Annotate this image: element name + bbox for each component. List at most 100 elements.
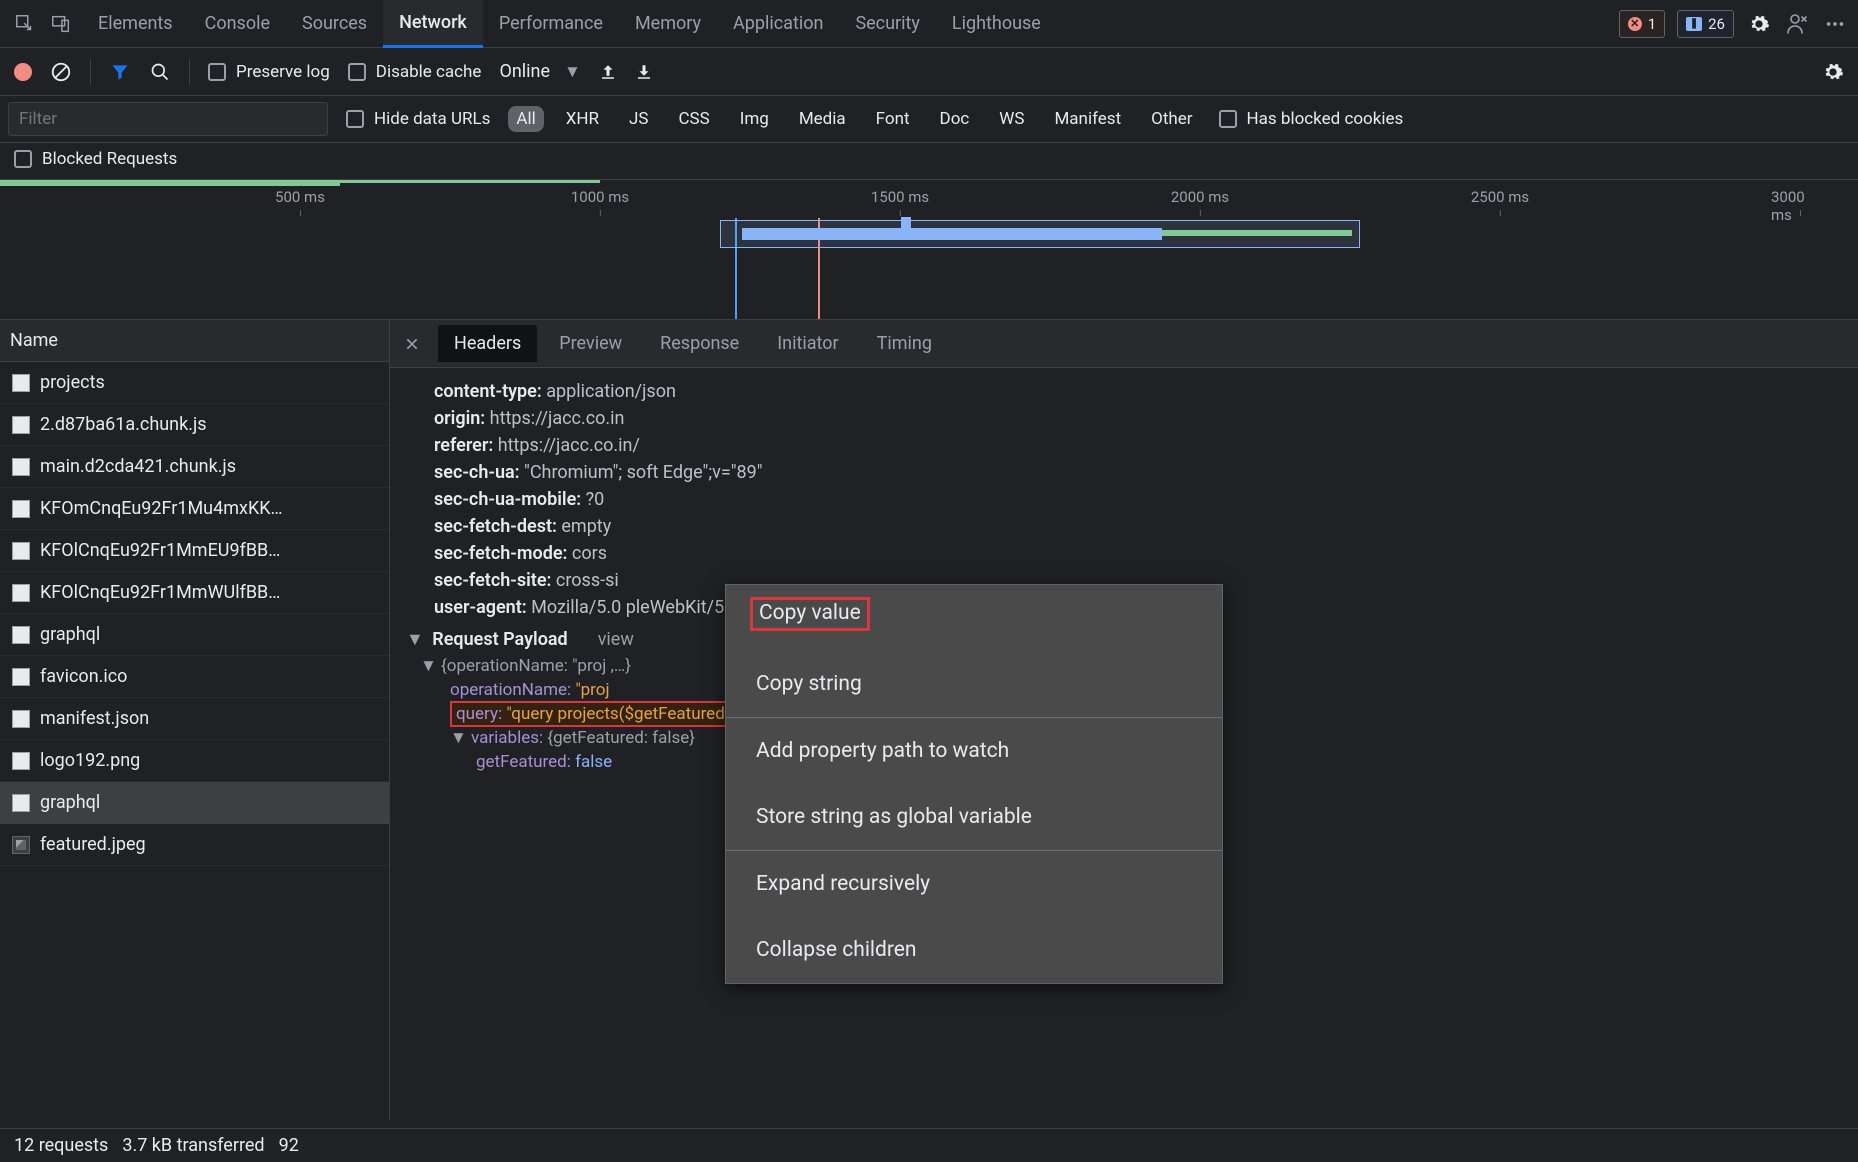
devtools-tab-application[interactable]: Application xyxy=(717,0,839,48)
disable-cache-label: Disable cache xyxy=(376,62,482,82)
header-row[interactable]: sec-ch-ua: "Chromium"; soft Edge";v="89" xyxy=(390,459,1858,486)
header-row[interactable]: origin: https://jacc.co.in xyxy=(390,405,1858,432)
detail-tab-initiator[interactable]: Initiator xyxy=(761,325,854,362)
ctx-item-add-property-path-to-watch[interactable]: Add property path to watch xyxy=(726,718,1222,784)
request-name: 2.d87ba61a.chunk.js xyxy=(40,414,207,435)
request-row[interactable]: KFOlCnqEu92Fr1MmWUlfBB… xyxy=(0,572,389,614)
header-row[interactable]: referer: https://jacc.co.in/ xyxy=(390,432,1858,459)
type-filter-xhr[interactable]: XHR xyxy=(558,106,607,132)
timeline-tick: 2500 ms xyxy=(1471,188,1529,206)
file-icon xyxy=(12,794,30,812)
filter-bar: Hide data URLs All XHR JS CSS Img Media Font Do… xyxy=(0,96,1858,143)
devtools-tab-bar: ElementsConsoleSourcesNetworkPerformance… xyxy=(0,0,1858,48)
overview-timeline[interactable]: 500 ms1000 ms1500 ms2000 ms2500 ms3000 m… xyxy=(0,180,1858,320)
file-icon xyxy=(12,500,30,518)
status-extra: 92 xyxy=(279,1135,299,1156)
ctx-item-collapse-children[interactable]: Collapse children xyxy=(726,917,1222,983)
blocked-requests-checkbox[interactable]: Blocked Requests xyxy=(14,149,177,169)
clear-icon[interactable] xyxy=(50,61,72,83)
request-name: graphql xyxy=(40,792,100,813)
file-icon xyxy=(12,374,30,392)
name-column-header[interactable]: Name xyxy=(0,320,389,362)
status-requests: 12 requests xyxy=(14,1135,108,1156)
type-filter-all[interactable]: All xyxy=(508,106,543,132)
issues-badge[interactable]: ❚26 xyxy=(1677,10,1734,38)
ctx-item-store-string-as-global-variable[interactable]: Store string as global variable xyxy=(726,784,1222,850)
detail-tab-timing[interactable]: Timing xyxy=(861,325,948,362)
has-blocked-cookies-checkbox[interactable]: Has blocked cookies xyxy=(1219,109,1404,129)
request-name: featured.jpeg xyxy=(40,834,146,855)
detail-tab-response[interactable]: Response xyxy=(644,325,755,362)
blocked-requests-label: Blocked Requests xyxy=(42,149,177,169)
search-icon[interactable] xyxy=(149,61,171,83)
detail-tab-headers[interactable]: Headers xyxy=(438,325,537,362)
settings-gear-icon[interactable] xyxy=(1746,11,1772,37)
account-icon[interactable] xyxy=(1784,11,1810,37)
download-icon[interactable] xyxy=(635,63,653,81)
header-row[interactable]: content-type: application/json xyxy=(390,378,1858,405)
hide-data-urls-checkbox[interactable]: Hide data URLs xyxy=(346,109,490,129)
filter-funnel-icon[interactable] xyxy=(109,61,131,83)
request-row[interactable]: graphql xyxy=(0,614,389,656)
header-row[interactable]: sec-fetch-mode: cors xyxy=(390,540,1858,567)
timeline-tick: 2000 ms xyxy=(1171,188,1229,206)
timeline-tick: 1500 ms xyxy=(871,188,929,206)
ctx-item-copy-value[interactable]: Copy value xyxy=(726,585,1222,651)
error-badge[interactable]: ✕1 xyxy=(1619,10,1665,38)
file-icon xyxy=(12,626,30,644)
view-source-link[interactable]: view xyxy=(598,629,634,650)
upload-icon[interactable] xyxy=(599,63,617,81)
filter-input[interactable] xyxy=(8,102,328,136)
ctx-item-copy-string[interactable]: Copy string xyxy=(726,651,1222,717)
type-filter-img[interactable]: Img xyxy=(732,106,777,132)
request-row[interactable]: 2.d87ba61a.chunk.js xyxy=(0,404,389,446)
devtools-tab-elements[interactable]: Elements xyxy=(82,0,189,48)
throttling-select[interactable]: Online ▼ xyxy=(499,61,580,82)
request-row[interactable]: favicon.ico xyxy=(0,656,389,698)
request-name: logo192.png xyxy=(40,750,140,771)
request-row[interactable]: KFOlCnqEu92Fr1MmEU9fBB… xyxy=(0,530,389,572)
request-row[interactable]: KFOmCnqEu92Fr1Mu4mxKK… xyxy=(0,488,389,530)
request-name: KFOlCnqEu92Fr1MmWUlfBB… xyxy=(40,582,280,603)
type-filter-css[interactable]: CSS xyxy=(670,106,717,132)
devtools-tab-performance[interactable]: Performance xyxy=(483,0,619,48)
type-filter-js[interactable]: JS xyxy=(621,106,656,132)
disable-cache-checkbox[interactable]: Disable cache xyxy=(348,62,482,82)
chevron-down-icon: ▼ xyxy=(564,62,581,82)
request-row[interactable]: graphql xyxy=(0,782,389,824)
type-filter-ws[interactable]: WS xyxy=(991,106,1032,132)
header-row[interactable]: sec-ch-ua-mobile: ?0 xyxy=(390,486,1858,513)
file-icon xyxy=(12,710,30,728)
request-list: Name projects 2.d87ba61a.chunk.js main.d2c… xyxy=(0,320,390,1120)
more-icon[interactable] xyxy=(1822,11,1848,37)
type-filter-manifest[interactable]: Manifest xyxy=(1046,106,1129,132)
request-row[interactable]: logo192.png xyxy=(0,740,389,782)
devtools-tab-network[interactable]: Network xyxy=(383,0,483,48)
detail-tab-preview[interactable]: Preview xyxy=(543,325,638,362)
header-row[interactable]: sec-fetch-dest: empty xyxy=(390,513,1858,540)
network-settings-gear-icon[interactable] xyxy=(1822,61,1844,83)
section-title: Request Payload xyxy=(432,629,567,650)
devtools-tab-console[interactable]: Console xyxy=(189,0,286,48)
request-row[interactable]: manifest.json xyxy=(0,698,389,740)
close-detail-icon[interactable] xyxy=(398,330,426,358)
type-filter-media[interactable]: Media xyxy=(791,106,854,132)
devtools-tab-security[interactable]: Security xyxy=(839,0,935,48)
device-toggle-icon[interactable] xyxy=(46,9,76,39)
status-bar: 12 requests 3.7 kB transferred 92 xyxy=(0,1128,1858,1162)
record-button[interactable] xyxy=(14,63,32,81)
devtools-tab-sources[interactable]: Sources xyxy=(286,0,383,48)
request-row[interactable]: main.d2cda421.chunk.js xyxy=(0,446,389,488)
devtools-tab-lighthouse[interactable]: Lighthouse xyxy=(936,0,1057,48)
request-row[interactable]: featured.jpeg xyxy=(0,824,389,866)
type-filter-font[interactable]: Font xyxy=(868,106,918,132)
devtools-tab-memory[interactable]: Memory xyxy=(619,0,717,48)
ctx-item-expand-recursively[interactable]: Expand recursively xyxy=(726,851,1222,917)
request-name: main.d2cda421.chunk.js xyxy=(40,456,236,477)
request-row[interactable]: projects xyxy=(0,362,389,404)
hide-data-urls-label: Hide data URLs xyxy=(374,109,490,129)
type-filter-doc[interactable]: Doc xyxy=(932,106,978,132)
type-filter-other[interactable]: Other xyxy=(1143,106,1200,132)
inspect-icon[interactable] xyxy=(10,9,40,39)
preserve-log-checkbox[interactable]: Preserve log xyxy=(208,62,330,82)
